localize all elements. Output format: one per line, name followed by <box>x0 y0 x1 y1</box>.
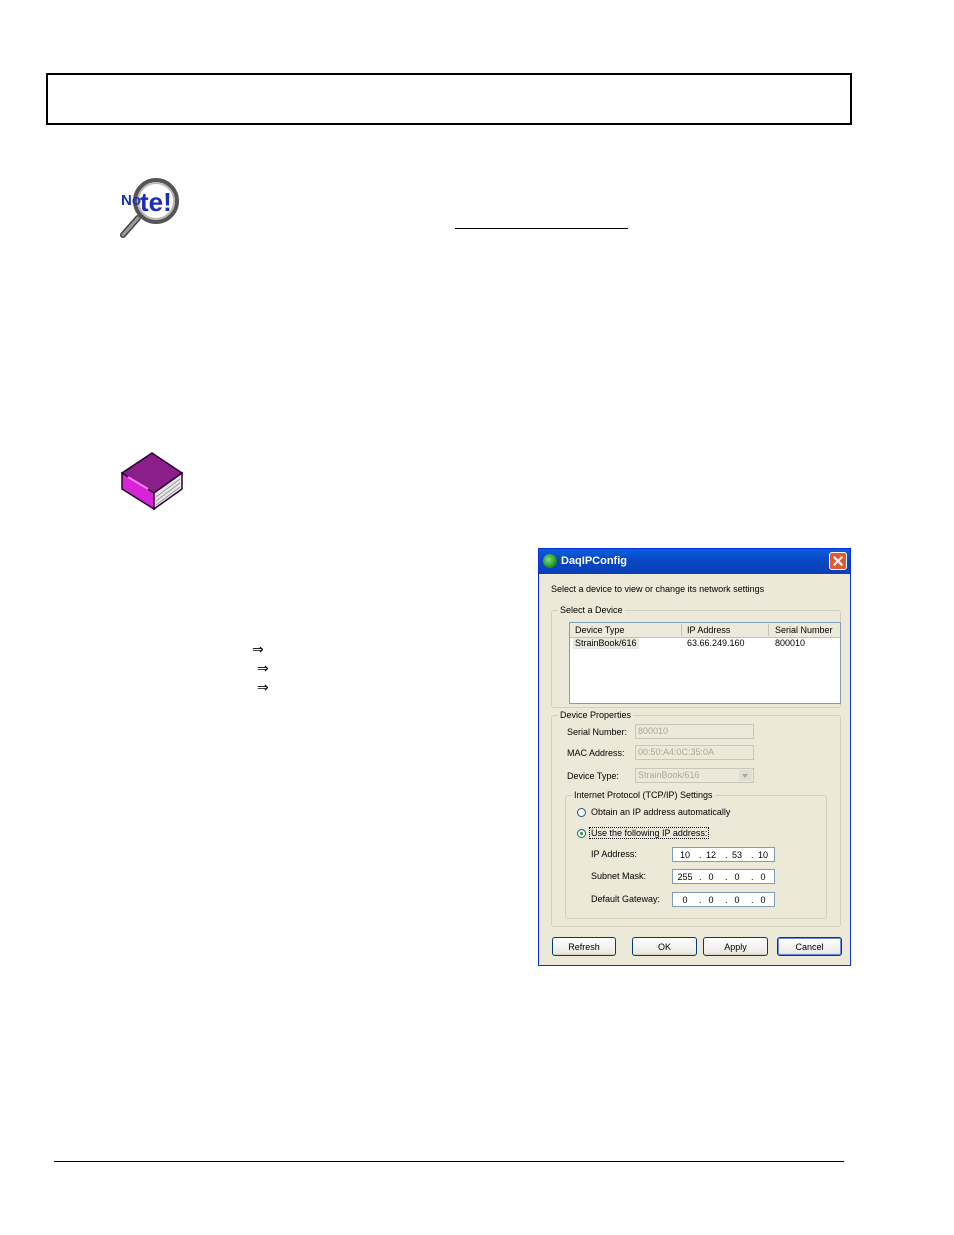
device-type-select: StrainBook/616 <box>635 768 754 783</box>
arrow-glyph: ⇒ <box>252 642 264 658</box>
gateway-octet: 0 <box>734 895 740 905</box>
use-following-ip-label[interactable]: Use the following IP address: <box>589 827 710 839</box>
ip-octet: 10 <box>679 850 690 860</box>
footer-rule <box>54 1161 844 1162</box>
cancel-button[interactable]: Cancel <box>777 937 842 956</box>
column-ip-address[interactable]: IP Address <box>687 625 730 636</box>
chevron-down-icon <box>739 770 752 781</box>
obtain-ip-auto-radio[interactable] <box>577 808 586 817</box>
row-ip-address: 63.66.249.160 <box>687 638 745 648</box>
refresh-button[interactable]: Refresh <box>552 937 616 956</box>
obtain-ip-auto-label[interactable]: Obtain an IP address automatically <box>591 807 730 817</box>
default-gateway-input[interactable]: 0 . 0 . 0 . 0 <box>672 892 775 907</box>
serial-number-field: 800010 <box>635 724 754 739</box>
note-magnifier-icon: No te! <box>120 178 179 238</box>
app-globe-icon <box>543 554 557 568</box>
gateway-octet: 0 <box>708 895 714 905</box>
instruction-text: Select a device to view or change its ne… <box>551 584 765 594</box>
dialog-title: DaqIPConfig <box>561 555 627 567</box>
row-device-type: StrainBook/616 <box>573 638 639 649</box>
svg-text:te!: te! <box>140 187 172 217</box>
mac-address-field: 00:50:A4:0C:35:0A <box>635 745 754 760</box>
device-type-value: StrainBook/616 <box>638 770 700 780</box>
use-following-ip-radio[interactable] <box>577 829 586 838</box>
apply-button[interactable]: Apply <box>703 937 768 956</box>
ip-address-input[interactable]: 10 . 12 . 53 . 10 <box>672 847 775 862</box>
gateway-octet: 0 <box>682 895 688 905</box>
arrow-glyph: ⇒ <box>257 661 269 677</box>
column-serial-number[interactable]: Serial Number <box>775 625 833 636</box>
close-button[interactable] <box>829 552 847 570</box>
ip-octet: 53 <box>731 850 742 860</box>
device-properties-group-label: Device Properties <box>558 710 634 721</box>
row-serial-number: 800010 <box>775 638 806 648</box>
reference-book-icon <box>120 452 184 511</box>
dialog-titlebar[interactable]: DaqIPConfig <box>539 549 850 574</box>
serial-number-label: Serial Number: <box>567 727 628 737</box>
page-header-box <box>46 73 852 125</box>
mac-address-label: MAC Address: <box>567 748 625 758</box>
ip-address-label: IP Address: <box>591 849 637 859</box>
mask-octet: 255 <box>677 872 693 882</box>
ip-octet: 12 <box>705 850 716 860</box>
subnet-mask-label: Subnet Mask: <box>591 871 647 881</box>
ok-button[interactable]: OK <box>632 937 697 956</box>
mask-octet: 0 <box>760 872 766 882</box>
column-device-type[interactable]: Device Type <box>575 625 624 636</box>
note-link-underline <box>455 228 628 229</box>
mask-octet: 0 <box>734 872 740 882</box>
default-gateway-label: Default Gateway: <box>591 894 661 904</box>
gateway-octet: 0 <box>760 895 766 905</box>
daqipconfig-dialog: DaqIPConfig Select a device to view or c… <box>538 548 851 966</box>
ip-octet: 10 <box>757 850 768 860</box>
device-type-label: Device Type: <box>567 771 619 781</box>
tcpip-settings-group-label: Internet Protocol (TCP/IP) Settings <box>572 790 715 801</box>
subnet-mask-input[interactable]: 255 . 0 . 0 . 0 <box>672 869 775 884</box>
mask-octet: 0 <box>708 872 714 882</box>
device-list[interactable]: Device Type IP Address Serial Number Str… <box>569 622 841 704</box>
device-list-header: Device Type IP Address Serial Number <box>570 623 840 638</box>
arrow-glyph: ⇒ <box>257 680 269 696</box>
svg-text:No: No <box>121 192 141 209</box>
select-device-group-label: Select a Device <box>558 605 625 616</box>
